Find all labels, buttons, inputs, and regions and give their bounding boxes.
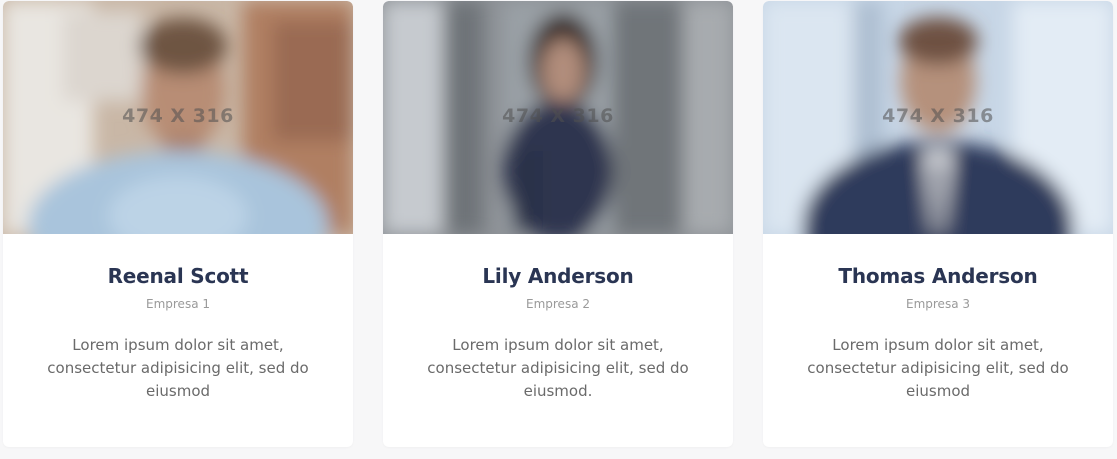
photo-placeholder-label: 474 X 316 [882, 105, 994, 127]
team-member-company: Empresa 1 [146, 297, 210, 311]
team-member-photo: 474 X 316 [383, 1, 733, 234]
team-card: 474 X 316 Thomas Anderson Empresa 3 Lore… [763, 1, 1113, 447]
team-member-bio: Lorem ipsum dolor sit amet, consectetur … [427, 336, 689, 400]
team-member-company: Empresa 2 [526, 297, 590, 311]
team-member-bio: Lorem ipsum dolor sit amet, consectetur … [47, 336, 309, 400]
team-card: 474 X 316 Lily Anderson Empresa 2 Lorem … [383, 1, 733, 447]
team-member-name: Thomas Anderson [838, 264, 1038, 288]
team-member-company: Empresa 3 [906, 297, 970, 311]
team-member-photo: 474 X 316 [763, 1, 1113, 234]
team-section: 474 X 316 Reenal Scott Empresa 1 Lorem i… [0, 0, 1117, 459]
team-member-name: Lily Anderson [482, 264, 634, 288]
photo-placeholder-label: 474 X 316 [122, 105, 234, 127]
team-card: 474 X 316 Reenal Scott Empresa 1 Lorem i… [3, 1, 353, 447]
team-member-bio: Lorem ipsum dolor sit amet, consectetur … [807, 336, 1069, 400]
team-member-name: Reenal Scott [107, 264, 249, 288]
photo-placeholder-label: 474 X 316 [502, 105, 614, 127]
team-member-photo: 474 X 316 [3, 1, 353, 234]
